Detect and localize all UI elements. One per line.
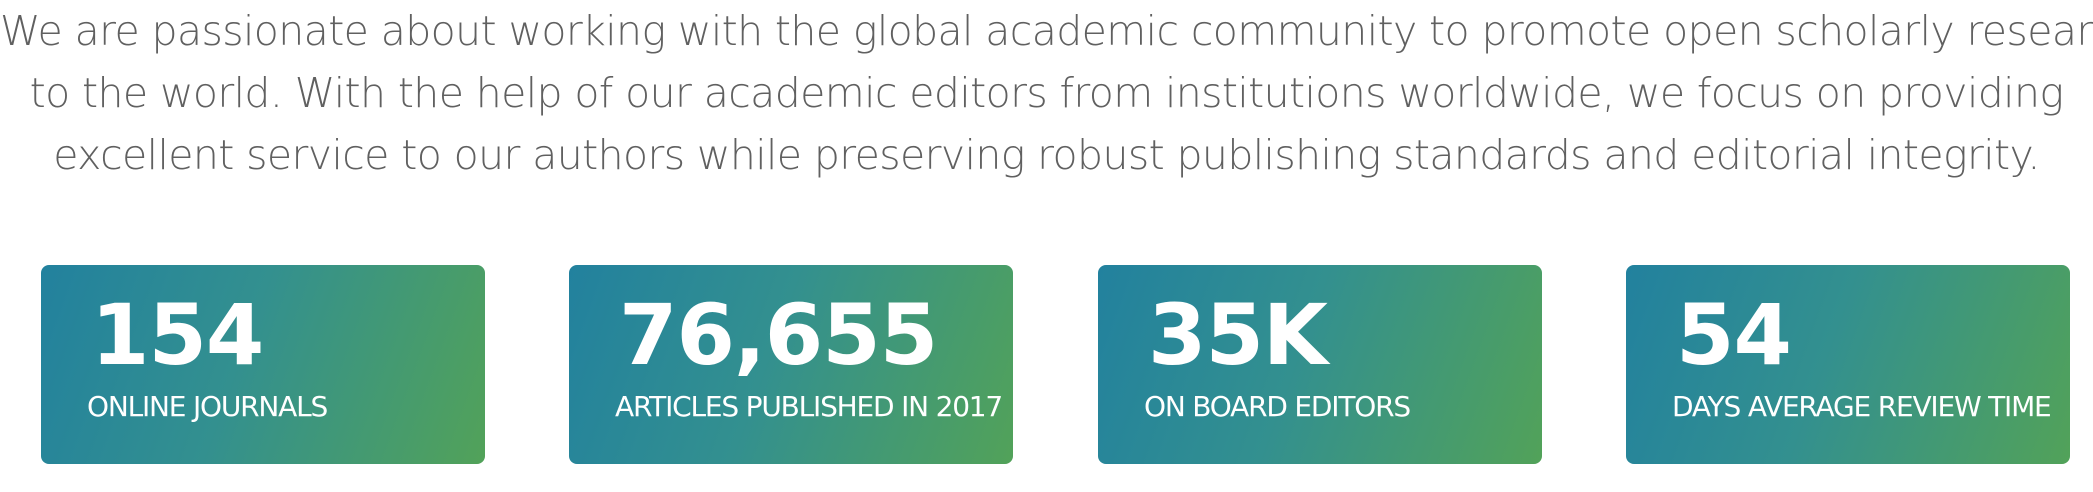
stat-label: ARTICLES PUBLISHED IN 2017: [615, 390, 1003, 423]
intro-line: excellent service to our authors while p…: [53, 131, 2040, 179]
stat-card-review-time: 54 DAYS AVERAGE REVIEW TIME: [1626, 265, 2070, 464]
stat-card-board-editors: 35K ON BOARD EDITORS: [1098, 265, 1542, 464]
stat-value: 54: [1676, 286, 1792, 384]
stat-value: 76,655: [619, 286, 938, 384]
stat-label: ON BOARD EDITORS: [1144, 390, 1411, 423]
stat-card-articles-published: 76,655 ARTICLES PUBLISHED IN 2017: [569, 265, 1013, 464]
stat-label: DAYS AVERAGE REVIEW TIME: [1672, 390, 2052, 423]
stat-label: ONLINE JOURNALS: [87, 390, 328, 423]
stat-value: 154: [91, 286, 264, 384]
stats-row: 154 ONLINE JOURNALS 76,655 ARTICLES PUBL…: [0, 265, 2093, 464]
intro-paragraph: We are passionate about working with the…: [0, 0, 2093, 186]
intro-line: We are passionate about working with the…: [0, 7, 2093, 55]
intro-line: to the world. With the help of our acade…: [29, 69, 2064, 117]
stat-card-online-journals: 154 ONLINE JOURNALS: [41, 265, 485, 464]
stat-value: 35K: [1148, 286, 1328, 384]
